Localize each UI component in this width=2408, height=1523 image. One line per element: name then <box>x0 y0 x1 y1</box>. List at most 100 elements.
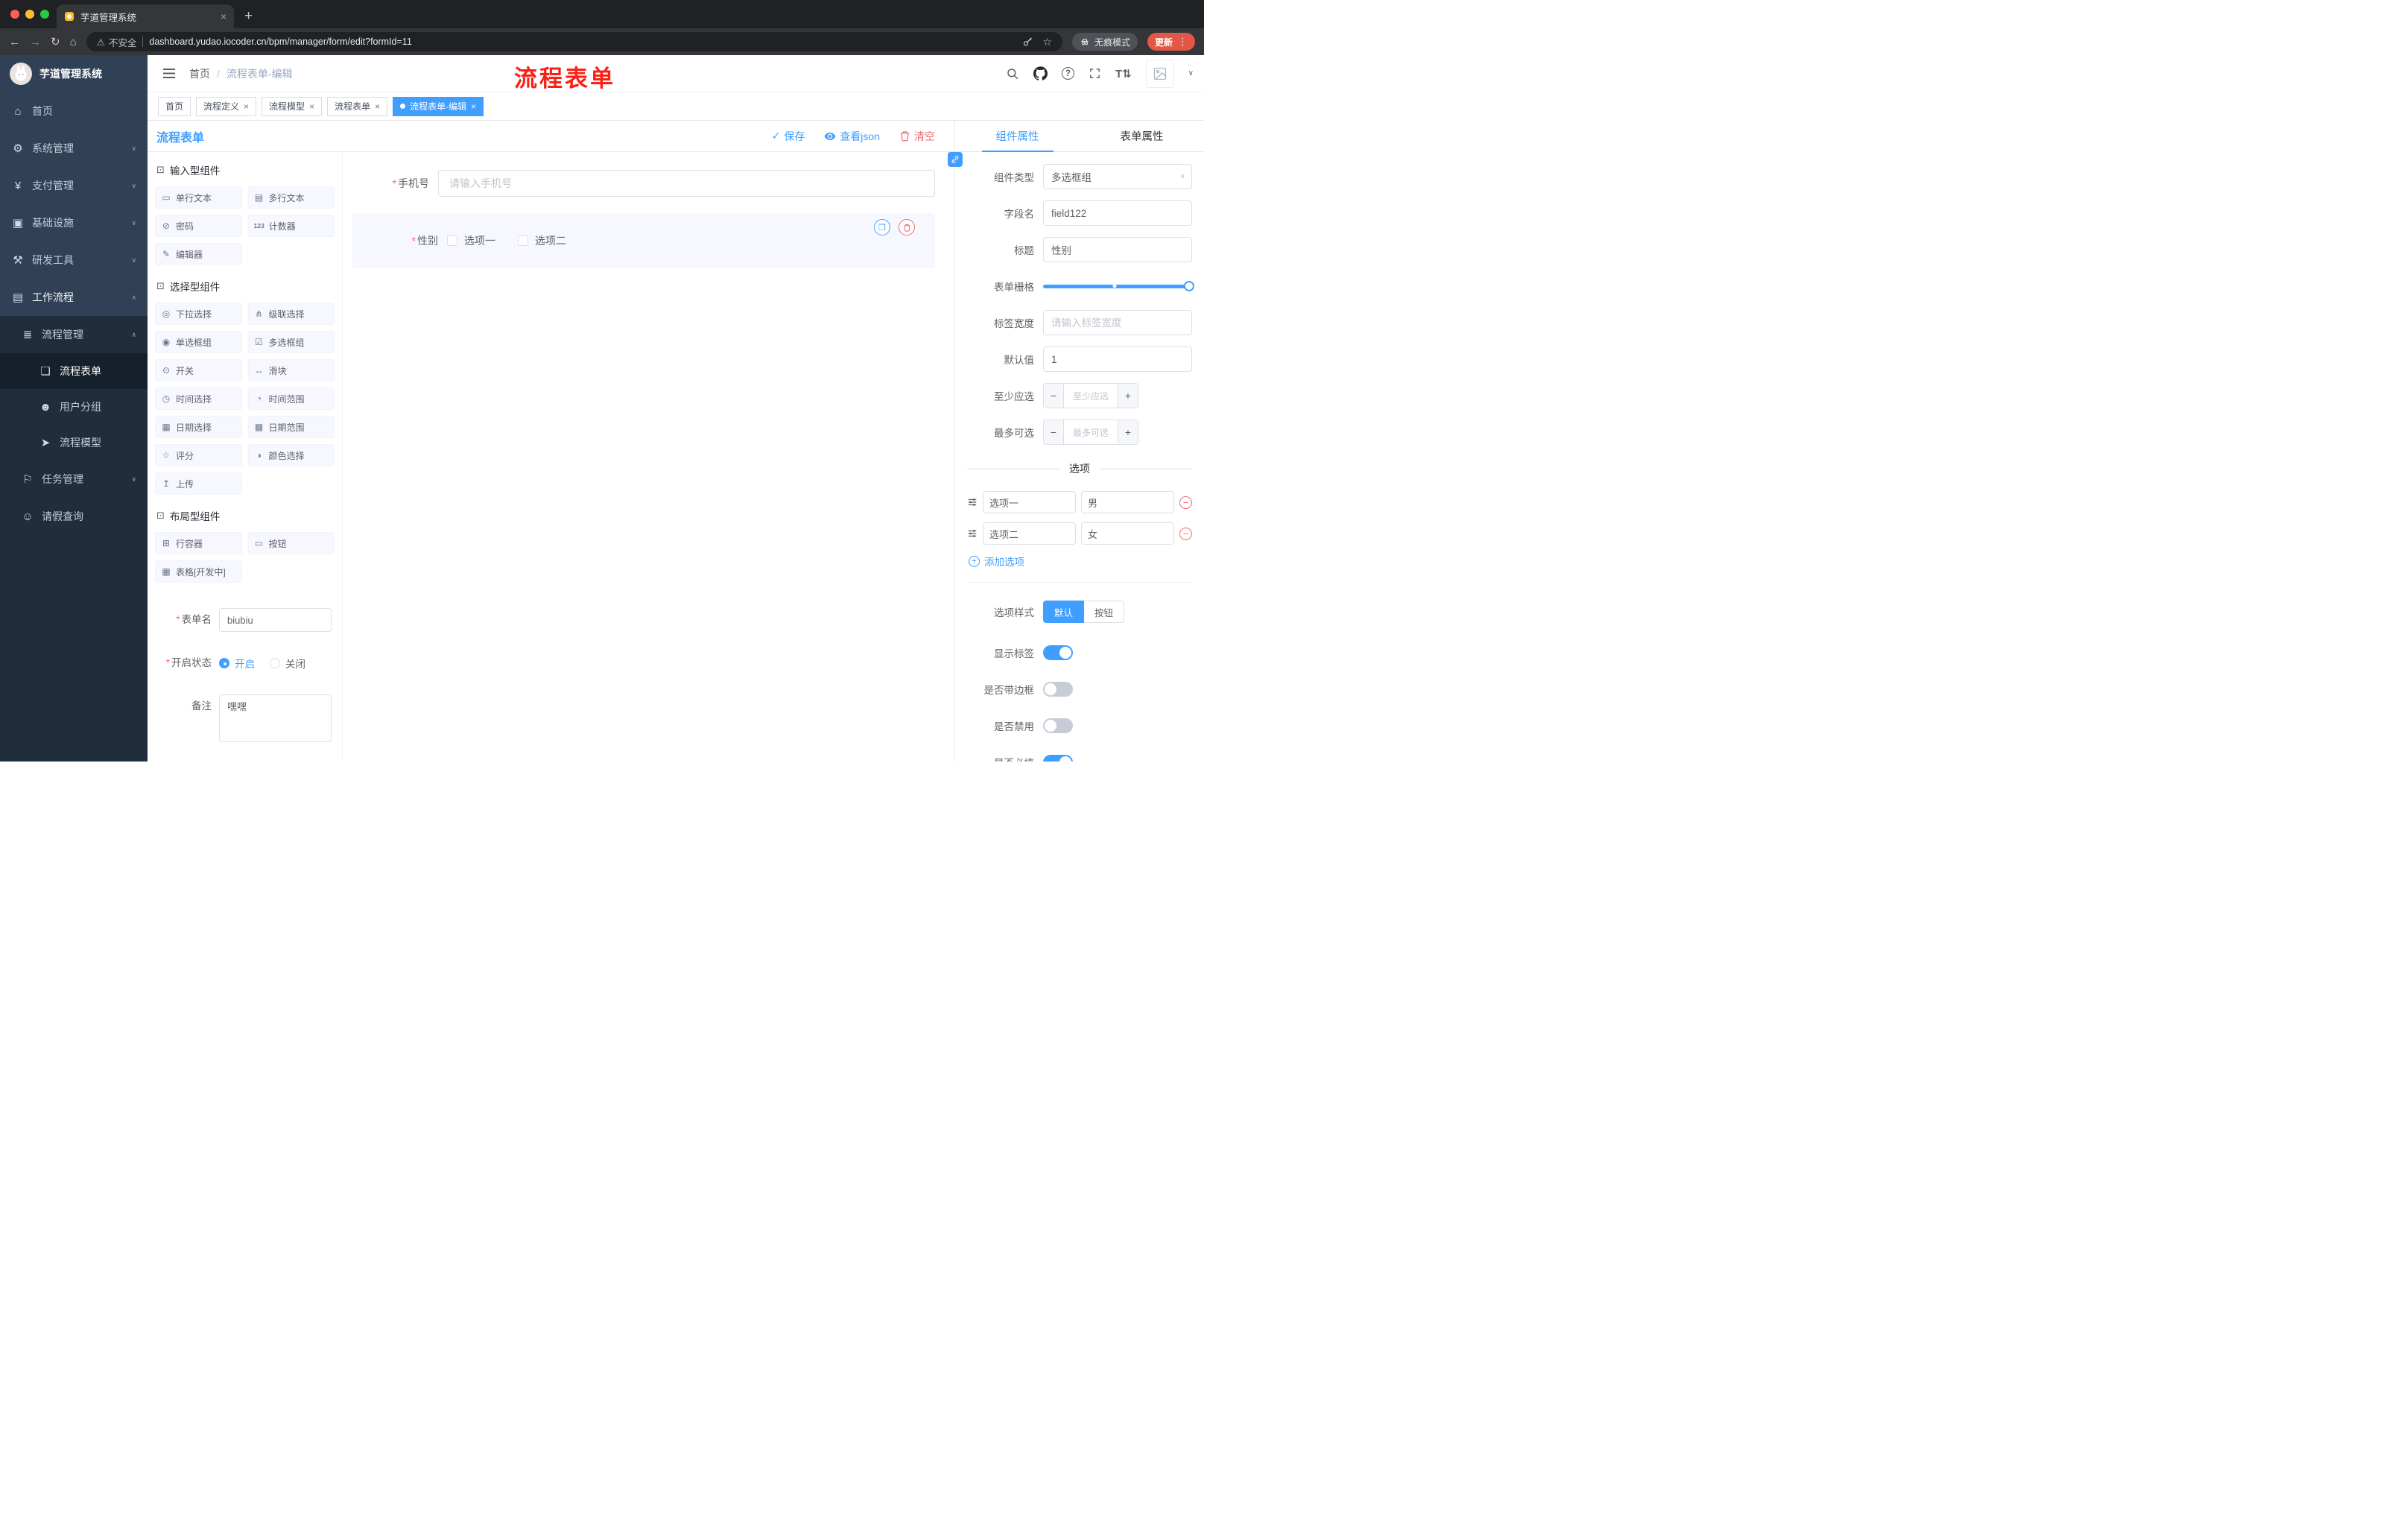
link-badge[interactable] <box>948 152 963 167</box>
sidebar-item-dev-tools[interactable]: ⚒ 研发工具 ∨ <box>0 241 148 279</box>
remark-textarea[interactable]: 嘿嘿 <box>219 694 332 742</box>
tab-form-props[interactable]: 表单属性 <box>1080 121 1204 151</box>
component-chip[interactable]: ▦ 日期选择 <box>155 416 242 438</box>
disabled-switch[interactable] <box>1043 718 1073 733</box>
font-size-icon[interactable]: T⇅ <box>1115 67 1132 80</box>
chec kbox-option-1[interactable]: 选项一 <box>447 233 495 248</box>
close-icon[interactable]: × <box>244 102 249 111</box>
component-chip[interactable]: ◎ 下拉选择 <box>155 303 242 325</box>
sidebar-item-system[interactable]: ⚙ 系统管理 ∨ <box>0 130 148 167</box>
sidebar-item-task-management[interactable]: ⚐ 任务管理 ∨ <box>0 460 148 498</box>
add-option-button[interactable]: + 添加选项 <box>969 554 1192 569</box>
radio-status-on[interactable]: 开启 <box>219 656 255 671</box>
option-label-input[interactable] <box>983 522 1076 545</box>
border-switch[interactable] <box>1043 682 1073 697</box>
security-chip[interactable]: ⚠ 不安全 <box>97 35 137 49</box>
sidebar-item-workflow[interactable]: ▤ 工作流程 ∧ <box>0 279 148 316</box>
show-label-switch[interactable] <box>1043 645 1073 660</box>
max-select-placeholder[interactable]: 最多可选 <box>1064 420 1118 444</box>
back-button[interactable]: ← <box>9 37 20 48</box>
component-chip[interactable]: ☆ 评分 <box>155 444 242 466</box>
sidebar-item-user-group[interactable]: ☻ 用户分组 <box>0 389 148 425</box>
component-chip[interactable]: ▭ 按钮 <box>247 532 335 554</box>
new-tab-button[interactable]: + <box>244 9 253 23</box>
minimize-window-button[interactable] <box>25 10 34 19</box>
min-select-placeholder[interactable]: 至少应选 <box>1064 384 1118 408</box>
increase-button[interactable]: + <box>1118 384 1138 408</box>
home-button[interactable]: ⌂ <box>70 37 77 48</box>
tag-process-model[interactable]: 流程模型 × <box>262 96 323 116</box>
tag-process-definition[interactable]: 流程定义 × <box>196 96 257 116</box>
selected-component-gender[interactable]: ❐ * 性别 选项一 选项二 <box>352 213 935 268</box>
reload-button[interactable]: ↻ <box>51 37 60 48</box>
drag-handle-icon[interactable] <box>967 528 978 539</box>
close-icon[interactable]: × <box>221 10 226 22</box>
radio-status-off[interactable]: 关闭 <box>270 656 305 671</box>
remove-option-button[interactable]: − <box>1179 527 1192 540</box>
component-type-select[interactable]: 多选框组 <box>1043 164 1192 189</box>
component-chip[interactable]: ✎ 编辑器 <box>155 243 242 265</box>
view-json-button[interactable]: 查看json <box>824 129 880 144</box>
sidebar-item-process-form[interactable]: ❏ 流程表单 <box>0 353 148 389</box>
sidebar-item-process-management[interactable]: ≣ 流程管理 ∧ <box>0 316 148 353</box>
breadcrumb-home[interactable]: 首页 <box>189 66 210 81</box>
form-canvas[interactable]: *手机号 ❐ *性别 选项一 选项二 <box>343 152 954 762</box>
component-chip[interactable]: ☑ 多选框组 <box>247 331 335 353</box>
checkbox-icon[interactable] <box>447 235 457 246</box>
chevron-down-icon[interactable]: ∨ <box>1188 69 1194 77</box>
grid-slider[interactable] <box>1043 273 1194 299</box>
component-chip[interactable]: ◔ 时间范围 <box>247 387 335 410</box>
option-value-input[interactable] <box>1081 491 1174 513</box>
field-name-input[interactable] <box>1043 200 1192 226</box>
github-icon[interactable] <box>1033 66 1048 80</box>
sidebar-item-payment[interactable]: ¥ 支付管理 ∨ <box>0 167 148 204</box>
sidebar-item-infrastructure[interactable]: ▣ 基础设施 ∨ <box>0 204 148 241</box>
title-input[interactable] <box>1043 237 1192 262</box>
component-chip[interactable]: ⋔ 级联选择 <box>247 303 335 325</box>
slider-track[interactable] <box>1043 281 1194 291</box>
slider-handle[interactable] <box>1184 281 1194 291</box>
tab-component-props[interactable]: 组件属性 <box>955 121 1080 151</box>
component-chip[interactable]: ◑ 颜色选择 <box>247 444 335 466</box>
drag-handle-icon[interactable] <box>967 497 978 507</box>
close-icon[interactable]: × <box>375 102 380 111</box>
component-chip[interactable]: ⊘ 密码 <box>155 215 242 237</box>
save-button[interactable]: ✓ 保存 <box>772 129 805 144</box>
component-chip[interactable]: ◷ 时间选择 <box>155 387 242 410</box>
checkbox-icon[interactable] <box>518 235 528 246</box>
tag-home[interactable]: 首页 <box>158 96 191 116</box>
forward-button[interactable]: → <box>30 37 41 48</box>
checkbox-option-2[interactable]: 选项二 <box>518 233 566 248</box>
copy-component-button[interactable]: ❐ <box>874 219 890 235</box>
sidebar-item-leave-query[interactable]: ☺ 请假查询 <box>0 498 148 535</box>
component-chip[interactable]: ▤ 多行文本 <box>247 186 335 209</box>
style-button-button[interactable]: 按钮 <box>1084 601 1125 623</box>
close-window-button[interactable] <box>10 10 19 19</box>
decrease-button[interactable]: − <box>1044 420 1064 444</box>
clear-button[interactable]: 清空 <box>899 129 935 144</box>
option-value-input[interactable] <box>1081 522 1174 545</box>
zoom-window-button[interactable] <box>40 10 49 19</box>
sidebar-item-home[interactable]: ⌂ 首页 <box>0 92 148 130</box>
tag-process-form-edit[interactable]: 流程表单-编辑 × <box>393 96 484 116</box>
form-name-input[interactable] <box>219 608 332 632</box>
browser-tab[interactable]: 芋道管理系统 × <box>57 4 234 28</box>
close-icon[interactable]: × <box>309 102 314 111</box>
component-chip[interactable]: ▩ 日期范围 <box>247 416 335 438</box>
hamburger-icon[interactable] <box>158 65 180 82</box>
remove-option-button[interactable]: − <box>1179 495 1192 509</box>
address-bar[interactable]: ⚠ 不安全 dashboard.yudao.iocoder.cn/bpm/man… <box>86 32 1062 51</box>
avatar[interactable] <box>1145 59 1174 88</box>
tag-process-form[interactable]: 流程表单 × <box>327 96 388 116</box>
component-chip[interactable]: ⊙ 开关 <box>155 359 242 381</box>
increase-button[interactable]: + <box>1118 420 1138 444</box>
style-default-button[interactable]: 默认 <box>1043 601 1085 623</box>
decrease-button[interactable]: − <box>1044 384 1064 408</box>
required-switch[interactable] <box>1043 755 1073 762</box>
help-icon[interactable]: ? <box>1061 67 1074 80</box>
label-width-input[interactable] <box>1043 310 1192 335</box>
fullscreen-icon[interactable] <box>1089 67 1101 80</box>
password-key-icon[interactable] <box>1022 37 1033 48</box>
search-icon[interactable] <box>1006 67 1019 80</box>
component-chip[interactable]: ↔ 滑块 <box>247 359 335 381</box>
